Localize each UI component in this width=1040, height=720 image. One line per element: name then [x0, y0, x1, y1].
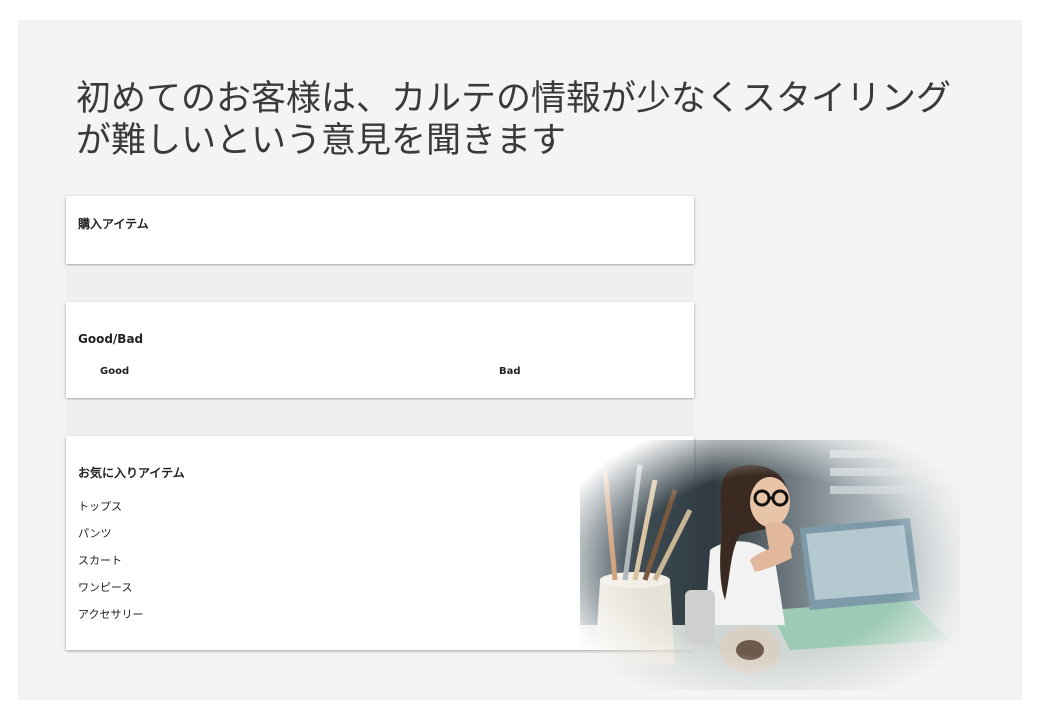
good-bad-title: Good/Bad: [78, 332, 144, 346]
purchase-items-title: 購入アイテム: [78, 217, 149, 231]
favorite-item-tops: トップス: [78, 500, 122, 513]
favorite-item-accessory: アクセサリー: [78, 608, 144, 621]
section-spacer: [66, 400, 694, 434]
headline: 初めてのお客様は、カルテの情報が少なくスタイリング が難しいという意見を聞きます: [76, 78, 976, 162]
good-bad-panel: Good/Bad Good Bad: [66, 302, 694, 398]
woman-thinking-at-laptop-photo: [580, 440, 960, 690]
favorite-item-pants: パンツ: [78, 527, 112, 540]
favorite-items-title: お気に入りアイテム: [78, 466, 185, 480]
favorite-item-onepiece: ワンピース: [78, 581, 133, 594]
section-spacer: [66, 266, 694, 300]
headline-line-2: が難しいという意見を聞きます: [76, 121, 567, 161]
purchase-items-panel: 購入アイテム: [66, 196, 694, 264]
bad-label: Bad: [499, 366, 521, 377]
favorite-item-skirt: スカート: [78, 554, 122, 567]
good-label: Good: [100, 366, 130, 377]
headline-line-1: 初めてのお客様は、カルテの情報が少なくスタイリング: [76, 79, 952, 119]
